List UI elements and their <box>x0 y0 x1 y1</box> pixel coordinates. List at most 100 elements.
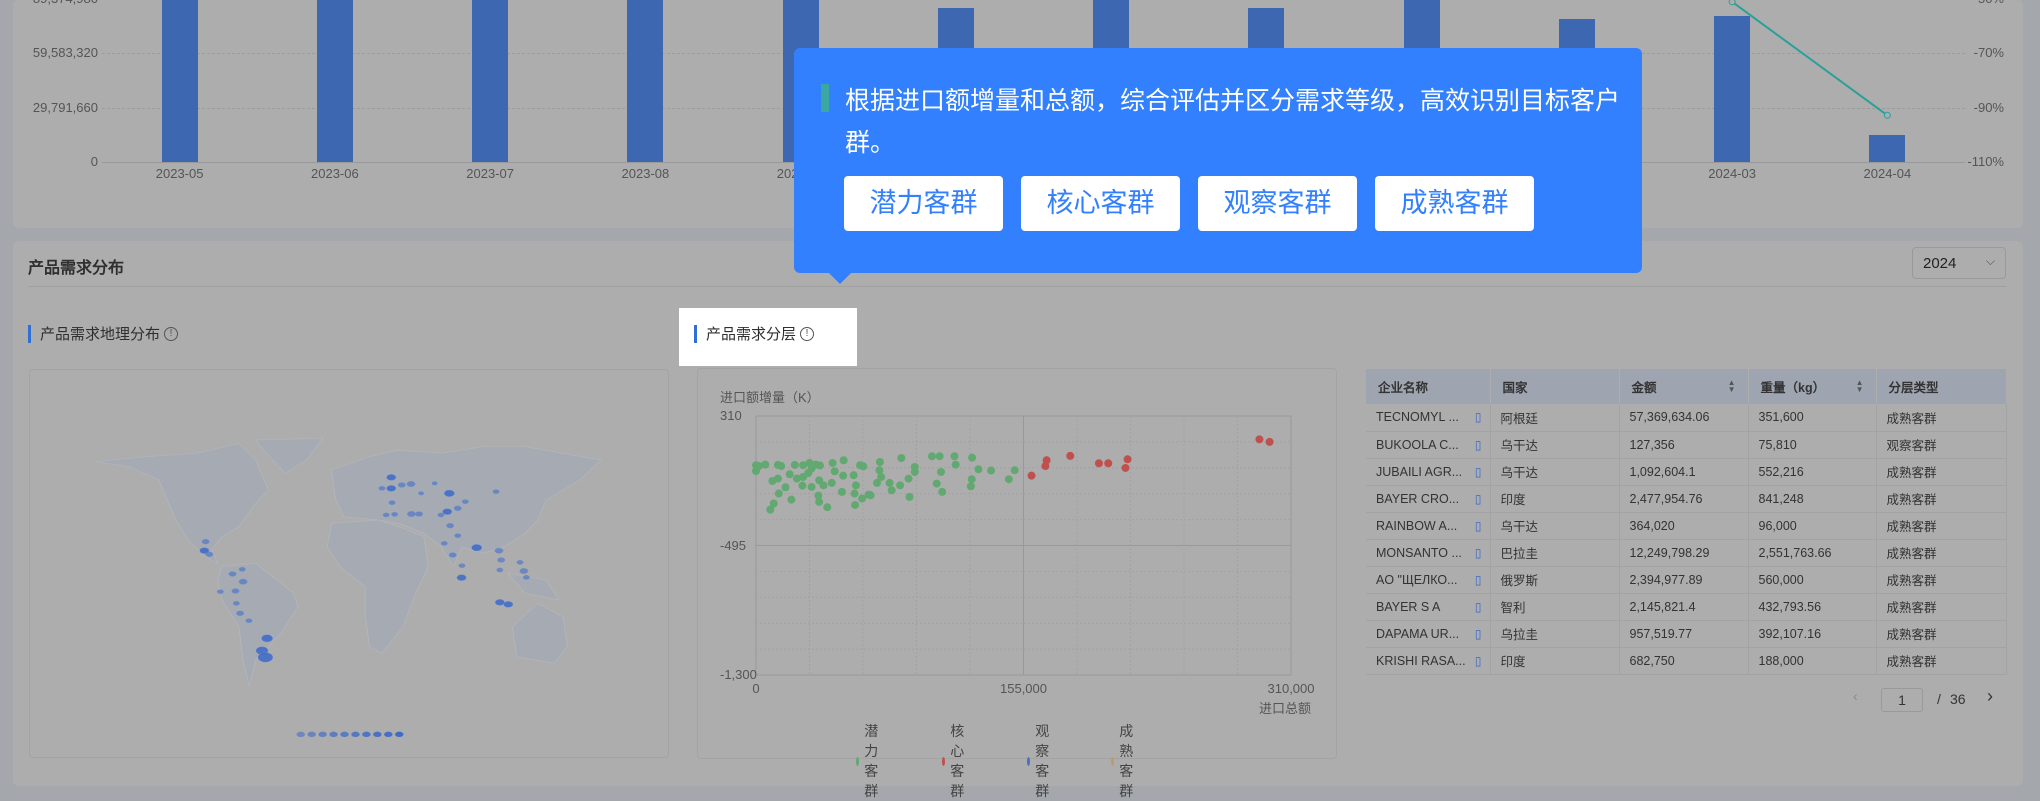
scatter-point[interactable] <box>968 454 976 462</box>
table-row[interactable]: RAINBOW A...▯乌干达364,02096,000成熟客群 <box>1366 512 2006 539</box>
scatter-point[interactable] <box>967 482 975 490</box>
scatter-point[interactable] <box>777 462 785 470</box>
legend-item-0[interactable]: 潜力客群 <box>856 721 884 801</box>
copy-icon[interactable]: ▯ <box>1475 600 1482 614</box>
scatter-point[interactable] <box>905 493 913 501</box>
scatter-point[interactable] <box>875 466 883 474</box>
scatter-point[interactable] <box>1095 459 1103 467</box>
info-icon[interactable]: ! <box>800 327 814 341</box>
copy-icon[interactable]: ▯ <box>1475 410 1482 424</box>
scatter-point[interactable] <box>1266 438 1274 446</box>
copy-icon[interactable]: ▯ <box>1475 438 1482 452</box>
scatter-point[interactable] <box>1124 455 1132 463</box>
scatter-point[interactable] <box>1005 475 1013 483</box>
scatter-point[interactable] <box>787 496 795 504</box>
scatter-point[interactable] <box>867 491 875 499</box>
map-visual-legend[interactable] <box>297 732 404 737</box>
scatter-point[interactable] <box>852 481 860 489</box>
scatter-point[interactable] <box>851 501 859 509</box>
scatter-point[interactable] <box>1104 459 1112 467</box>
scatter-point[interactable] <box>851 490 859 498</box>
table-row[interactable]: DAPAMA UR...▯乌拉圭957,519.77392,107.16成熟客群 <box>1366 620 2006 647</box>
scatter-point[interactable] <box>937 468 945 476</box>
scatter-point[interactable] <box>816 462 824 470</box>
column-header-3[interactable]: 重量（kg）▲▼ <box>1748 369 1876 404</box>
scatter-point[interactable] <box>1066 452 1074 460</box>
scatter-point[interactable] <box>808 465 816 473</box>
page-input[interactable]: 1 <box>1881 688 1923 712</box>
scatter-point[interactable] <box>775 490 783 498</box>
scatter-point[interactable] <box>987 467 995 475</box>
sort-icon[interactable]: ▲▼ <box>1728 379 1736 393</box>
world-map[interactable] <box>20 360 680 760</box>
table-row[interactable]: BAYER CRO...▯印度2,477,954.76841,248成熟客群 <box>1366 485 2006 512</box>
scatter-point[interactable] <box>828 479 836 487</box>
copy-icon[interactable]: ▯ <box>1475 627 1482 641</box>
scatter-point[interactable] <box>896 481 904 489</box>
scatter-point[interactable] <box>974 465 982 473</box>
table-row[interactable]: AO "ЩЕЛКО...▯俄罗斯2,394,977.89560,000成熟客群 <box>1366 566 2006 593</box>
scatter-point[interactable] <box>840 456 848 464</box>
scatter-point[interactable] <box>791 461 799 469</box>
table-row[interactable]: BUKOOLA C...▯乌干达127,35675,810观察客群 <box>1366 431 2006 458</box>
scatter-point[interactable] <box>928 452 936 460</box>
table-row[interactable]: JUBAILI AGR...▯乌干达1,092,604.1552,216成熟客群 <box>1366 458 2006 485</box>
copy-icon[interactable]: ▯ <box>1475 492 1482 506</box>
table-row[interactable]: MONSANTO ...▯巴拉圭12,249,798.292,551,763.6… <box>1366 539 2006 566</box>
scatter-point[interactable] <box>766 506 774 514</box>
scatter-point[interactable] <box>1255 435 1263 443</box>
column-header-2[interactable]: 金额▲▼ <box>1619 369 1748 404</box>
scatter-point[interactable] <box>815 498 823 506</box>
year-select[interactable]: 2024⌵ <box>1912 247 2006 279</box>
legend-item-2[interactable]: 观察客群 <box>1027 721 1055 801</box>
next-page-button[interactable]: › <box>1987 686 1993 707</box>
scatter-point[interactable] <box>761 461 769 469</box>
scatter-point[interactable] <box>873 479 881 487</box>
tag-core[interactable]: 核心客群 <box>1021 176 1180 231</box>
table-row[interactable]: BAYER S A▯智利2,145,821.4432,793.56成熟客群 <box>1366 593 2006 620</box>
copy-icon[interactable]: ▯ <box>1475 654 1482 668</box>
sort-icon[interactable]: ▲▼ <box>1856 379 1864 393</box>
scatter-point[interactable] <box>952 461 960 469</box>
scatter-point[interactable] <box>888 486 896 494</box>
prev-page-button[interactable]: ‹ <box>1853 688 1858 704</box>
scatter-point[interactable] <box>905 475 913 483</box>
table-row[interactable]: TECNOMYL ...▯阿根廷57,369,634.06351,600成熟客群 <box>1366 404 2006 431</box>
scatter-point[interactable] <box>831 467 839 475</box>
scatter-point[interactable] <box>897 454 905 462</box>
scatter-point[interactable] <box>950 452 958 460</box>
copy-icon[interactable]: ▯ <box>1475 573 1482 587</box>
copy-icon[interactable]: ▯ <box>1475 519 1482 533</box>
scatter-point[interactable] <box>1121 464 1129 472</box>
scatter-point[interactable] <box>1011 466 1019 474</box>
scatter-point[interactable] <box>858 495 866 503</box>
scatter-point[interactable] <box>938 488 946 496</box>
scatter-point[interactable] <box>911 468 919 476</box>
tag-watch[interactable]: 观察客群 <box>1198 176 1357 231</box>
scatter-point[interactable] <box>774 475 782 483</box>
tag-potential[interactable]: 潜力客群 <box>844 176 1003 231</box>
legend-item-1[interactable]: 核心客群 <box>942 721 970 801</box>
copy-icon[interactable]: ▯ <box>1475 465 1482 479</box>
scatter-point[interactable] <box>829 459 837 467</box>
scatter-point[interactable] <box>782 483 790 491</box>
scatter-point[interactable] <box>786 470 794 478</box>
scatter-point[interactable] <box>850 471 858 479</box>
scatter-point[interactable] <box>936 452 944 460</box>
scatter-point[interactable] <box>838 488 846 496</box>
scatter-point[interactable] <box>819 481 827 489</box>
scatter-point[interactable] <box>876 458 884 466</box>
scatter-point[interactable] <box>1043 456 1051 464</box>
scatter-point[interactable] <box>1028 472 1036 480</box>
legend-item-3[interactable]: 成熟客群 <box>1111 721 1139 801</box>
scatter-point[interactable] <box>752 467 760 475</box>
scatter-point[interactable] <box>859 462 867 470</box>
scatter-point[interactable] <box>968 475 976 483</box>
info-icon[interactable]: ! <box>164 327 178 341</box>
tag-mature[interactable]: 成熟客群 <box>1375 176 1534 231</box>
scatter-point[interactable] <box>933 480 941 488</box>
copy-icon[interactable]: ▯ <box>1475 546 1482 560</box>
scatter-point[interactable] <box>808 483 816 491</box>
scatter-point[interactable] <box>798 482 806 490</box>
scatter-point[interactable] <box>823 503 831 511</box>
